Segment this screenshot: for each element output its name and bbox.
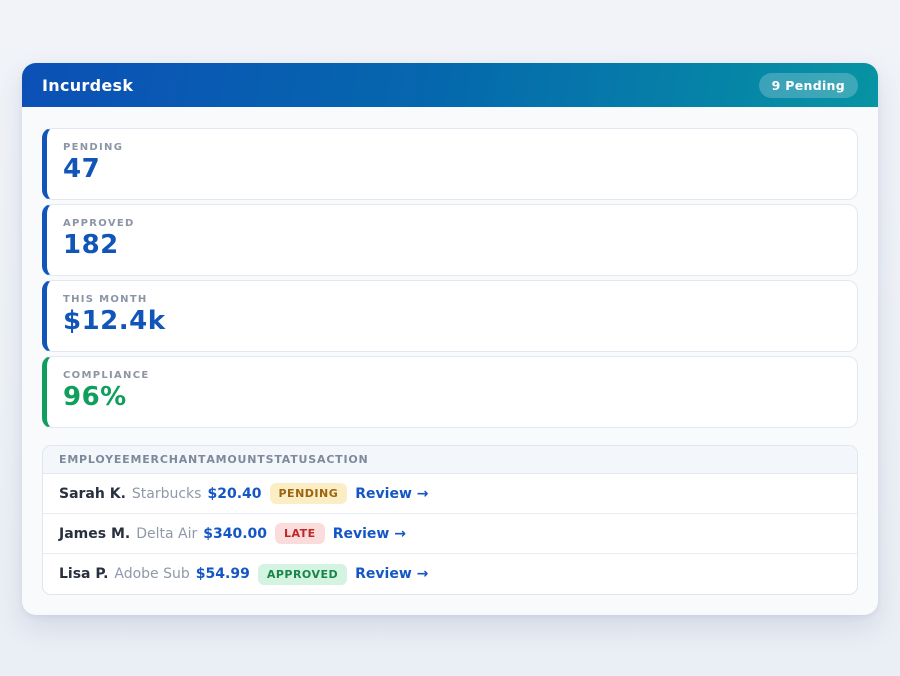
pending-count-badge: 9 Pending — [759, 73, 858, 98]
column-header-status: STATUS — [266, 453, 317, 466]
employee-name: Lisa P. — [59, 566, 108, 582]
table-row: James M. Delta Air $340.00 LATE Review → — [43, 514, 857, 554]
incurdesk-app-card: Incurdesk 9 Pending PENDING 47 APPROVED … — [22, 63, 878, 615]
stat-value: 47 — [63, 155, 841, 184]
expense-amount: $20.40 — [207, 486, 261, 502]
stat-value: 182 — [63, 231, 841, 260]
status-badge: APPROVED — [258, 564, 347, 585]
stat-card-compliance: COMPLIANCE 96% — [42, 356, 858, 428]
expense-amount: $340.00 — [203, 526, 267, 542]
review-link[interactable]: Review → — [355, 486, 428, 502]
app-title: Incurdesk — [42, 76, 133, 95]
stat-label: APPROVED — [63, 218, 841, 229]
column-header-amount: AMOUNT — [206, 453, 265, 466]
column-header-action: ACTION — [317, 453, 369, 466]
review-link[interactable]: Review → — [355, 566, 428, 582]
stat-card-approved: APPROVED 182 — [42, 204, 858, 276]
table-row: Lisa P. Adobe Sub $54.99 APPROVED Review… — [43, 554, 857, 594]
merchant-name: Adobe Sub — [114, 566, 189, 582]
expense-amount: $54.99 — [196, 566, 250, 582]
table-row: Sarah K. Starbucks $20.40 PENDING Review… — [43, 474, 857, 514]
status-badge: PENDING — [270, 483, 348, 504]
app-header: Incurdesk 9 Pending — [22, 63, 878, 107]
status-badge: LATE — [275, 523, 325, 544]
employee-name: Sarah K. — [59, 486, 126, 502]
merchant-name: Delta Air — [136, 526, 197, 542]
stat-value: 96% — [63, 383, 841, 412]
employee-name: James M. — [59, 526, 130, 542]
stat-label: THIS MONTH — [63, 294, 841, 305]
column-header-employee: EMPLOYEE — [59, 453, 131, 466]
table-header-row: EMPLOYEEMERCHANTAMOUNTSTATUSACTION — [43, 446, 857, 474]
stat-label: PENDING — [63, 142, 841, 153]
column-header-merchant: MERCHANT — [131, 453, 207, 466]
expense-table: EMPLOYEEMERCHANTAMOUNTSTATUSACTION Sarah… — [42, 445, 858, 595]
stat-value: $12.4k — [63, 307, 841, 336]
stat-label: COMPLIANCE — [63, 370, 841, 381]
merchant-name: Starbucks — [132, 486, 202, 502]
stat-card-pending: PENDING 47 — [42, 128, 858, 200]
stat-card-this-month: THIS MONTH $12.4k — [42, 280, 858, 352]
review-link[interactable]: Review → — [333, 526, 406, 542]
app-body: PENDING 47 APPROVED 182 THIS MONTH $12.4… — [22, 107, 878, 615]
